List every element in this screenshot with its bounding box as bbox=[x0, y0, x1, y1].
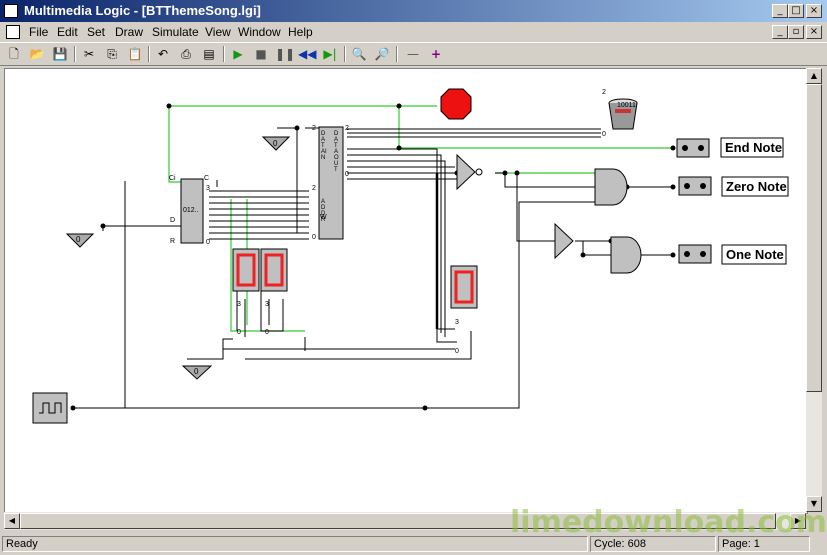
clock-source bbox=[32, 392, 68, 424]
seven-seg-3 bbox=[450, 265, 478, 309]
print-preview-icon[interactable]: ▤ bbox=[200, 46, 218, 62]
menu-file[interactable]: File bbox=[29, 25, 48, 39]
bucket-bits: 10011 bbox=[617, 102, 636, 109]
new-icon[interactable]: 🗋 bbox=[5, 46, 23, 62]
window-title: Multimedia Logic - [BTThemeSong.lgi] bbox=[24, 3, 261, 18]
zero-note-label: Zero Note bbox=[726, 179, 787, 194]
seg1-0-pin: 0 bbox=[237, 329, 241, 336]
copy-icon[interactable]: ⎘ bbox=[103, 46, 121, 62]
vertical-scroll-thumb[interactable] bbox=[806, 84, 822, 392]
cut-icon[interactable]: ✂ bbox=[80, 46, 98, 62]
ram-addr-label: ADDR bbox=[321, 199, 326, 223]
print-icon[interactable]: ⎙ bbox=[177, 46, 195, 62]
menu-help[interactable]: Help bbox=[288, 25, 313, 39]
ground-1-label: 0 bbox=[76, 235, 81, 244]
menu-view[interactable]: View bbox=[205, 25, 231, 39]
open-icon[interactable]: 📂 bbox=[28, 46, 46, 62]
seg1-3-pin: 3 bbox=[237, 301, 241, 308]
doc-minimize-button[interactable]: _ bbox=[772, 25, 788, 39]
one-note-label: One Note bbox=[726, 247, 784, 262]
end-note-label: End Note bbox=[725, 140, 783, 155]
add-tool-icon[interactable]: + bbox=[427, 46, 445, 62]
doc-close-button[interactable]: × bbox=[806, 25, 822, 39]
ram-out-0-pin: 0 bbox=[345, 171, 349, 178]
tape-player-one bbox=[678, 244, 712, 264]
ram-out-2-pin: 2 bbox=[345, 125, 349, 132]
menu-window[interactable]: Window bbox=[238, 25, 281, 39]
and-gate-zero bbox=[594, 168, 628, 206]
menu-bar: File Edit Set Draw Simulate View Window … bbox=[0, 22, 827, 42]
seg2-3-pin: 3 bbox=[265, 301, 269, 308]
stop-sign bbox=[440, 88, 472, 120]
wire-junctions bbox=[70, 103, 676, 411]
line-tool-icon[interactable]: — bbox=[404, 46, 422, 62]
status-page: Page: 1 bbox=[718, 536, 810, 552]
counter-c-pin: C bbox=[204, 175, 210, 182]
undo-icon[interactable]: ↶ bbox=[154, 46, 172, 62]
circuit-diagram bbox=[32, 88, 789, 424]
tape-player-end bbox=[676, 138, 710, 158]
menu-draw[interactable]: Draw bbox=[115, 25, 143, 39]
counter-r-pin: R bbox=[170, 238, 176, 245]
counter-d-pin: D bbox=[170, 217, 176, 224]
maximize-button[interactable]: □ bbox=[788, 4, 804, 18]
counter-ci-pin: Ci bbox=[169, 175, 176, 182]
step-back-icon[interactable]: ◀◀ bbox=[298, 46, 316, 62]
circuit-canvas[interactable]: End Note Zero Note One Note 012.. 0 0 0 … bbox=[4, 68, 808, 514]
menu-edit[interactable]: Edit bbox=[57, 25, 78, 39]
status-cycle: Cycle: 608 bbox=[590, 536, 716, 552]
counter-label: 012.. bbox=[183, 207, 199, 214]
seven-seg-2 bbox=[260, 248, 288, 292]
pause-icon[interactable]: ❚❚ bbox=[275, 46, 295, 62]
ram-data-in-label: DATAIN bbox=[321, 131, 327, 161]
doc-restore-button[interactable]: ▫ bbox=[788, 25, 804, 39]
ground-3-label: 0 bbox=[194, 367, 199, 376]
play-icon[interactable]: ▶ bbox=[229, 46, 247, 62]
vertical-scrollbar[interactable]: ▲ ▼ bbox=[806, 68, 822, 512]
close-button[interactable]: × bbox=[806, 4, 822, 18]
and-gate-one bbox=[610, 236, 642, 274]
buffer-gate bbox=[554, 222, 574, 260]
status-bar: Ready Cycle: 608 Page: 1 bbox=[0, 534, 827, 555]
ground-2-label: 0 bbox=[273, 139, 278, 148]
paste-icon[interactable]: 📋 bbox=[126, 46, 144, 62]
save-icon[interactable]: 💾 bbox=[51, 46, 69, 62]
menu-simulate[interactable]: Simulate bbox=[152, 25, 199, 39]
menu-set[interactable]: Set bbox=[87, 25, 105, 39]
zoom-out-icon[interactable]: 🔍 bbox=[350, 46, 368, 62]
inverter-gate bbox=[456, 153, 476, 191]
ram-data-out-label: DATAOUT bbox=[334, 131, 339, 173]
status-ready: Ready bbox=[2, 536, 588, 552]
counter-3-pin: 3 bbox=[206, 185, 210, 192]
ram-addr-2-pin: 2 bbox=[312, 185, 316, 192]
app-icon bbox=[4, 4, 18, 18]
seg3-0-pin: 0 bbox=[455, 348, 459, 355]
bucket-2-pin: 2 bbox=[602, 89, 606, 96]
toolbar: 🗋 📂 💾 ✂ ⎘ 📋 ↶ ⎙ ▤ ▶ ■ ❚❚ ◀◀ ▶| 🔍 🔎 — + bbox=[0, 42, 827, 66]
seg2-0-pin: 0 bbox=[265, 329, 269, 336]
tape-player-zero bbox=[678, 176, 712, 196]
seven-seg-1 bbox=[232, 248, 260, 292]
document-icon[interactable] bbox=[6, 25, 20, 39]
ram-addr-0-pin: 0 bbox=[312, 234, 316, 241]
step-forward-icon[interactable]: ▶| bbox=[321, 46, 339, 62]
active-wires bbox=[168, 105, 673, 332]
bucket-0-pin: 0 bbox=[602, 131, 606, 138]
zoom-in-icon[interactable]: 🔎 bbox=[373, 46, 391, 62]
ram-in-2-pin: 2 bbox=[312, 125, 316, 132]
scroll-left-button[interactable]: ◀ bbox=[4, 513, 20, 529]
title-bar: Multimedia Logic - [BTThemeSong.lgi] _ □… bbox=[0, 0, 827, 22]
counter-0-pin: 0 bbox=[206, 239, 210, 246]
minimize-button[interactable]: _ bbox=[772, 4, 788, 18]
inactive-wires bbox=[73, 127, 673, 409]
stop-icon[interactable]: ■ bbox=[252, 46, 270, 62]
scroll-up-button[interactable]: ▲ bbox=[806, 68, 822, 84]
seg3-3-pin: 3 bbox=[455, 319, 459, 326]
